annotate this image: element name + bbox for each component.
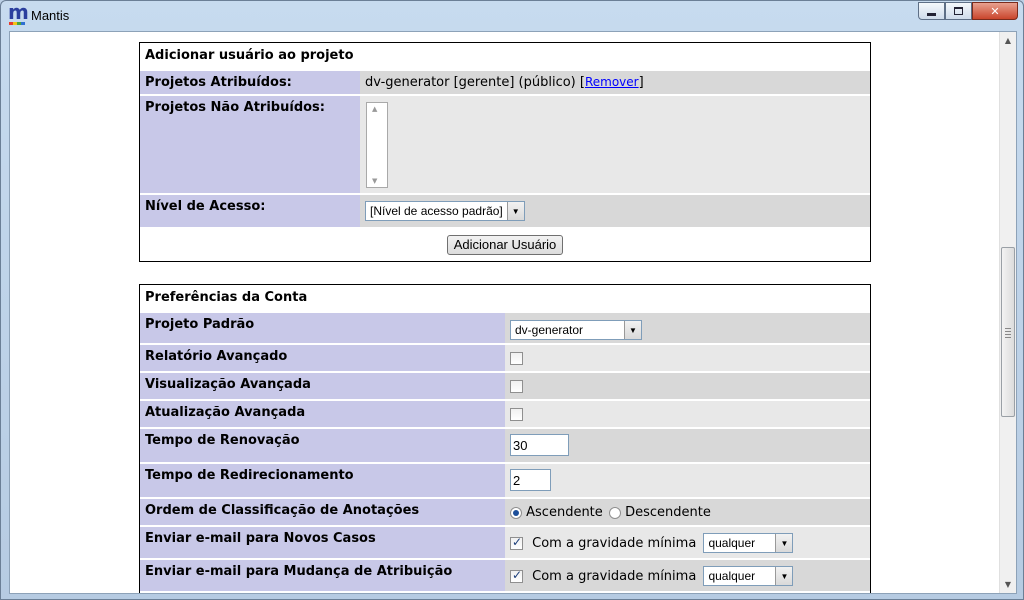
refresh-time-input[interactable]: 30 [510, 434, 569, 456]
chevron-down-icon[interactable]: ▼ [775, 567, 793, 585]
advanced-update-cell [505, 401, 870, 427]
application-window: m Mantis ✕ Adicionar usuário ao projeto … [0, 0, 1024, 600]
email-assign-checkbox[interactable] [510, 568, 523, 583]
advanced-view-checkbox[interactable] [510, 380, 523, 393]
unassigned-projects-cell: ▲ ▼ [360, 96, 870, 193]
access-level-label: Nível de Acesso: [140, 195, 360, 227]
note-order-cell: Ascendente Descendente [505, 499, 870, 525]
title-bar[interactable]: m Mantis ✕ [1, 1, 1023, 31]
add-user-button[interactable]: Adicionar Usuário [446, 235, 564, 255]
scrollbar-thumb[interactable] [1001, 247, 1015, 417]
refresh-time-cell: 30 [505, 429, 870, 462]
email-new-cell: Com a gravidade mínima qualquer ▼ [505, 527, 870, 558]
access-level-selected: [Nível de acesso padrão] [370, 204, 503, 218]
chevron-down-icon[interactable]: ▼ [506, 202, 524, 220]
redirect-time-label: Tempo de Redirecionamento [140, 464, 505, 497]
default-project-select[interactable]: dv-generator ▼ [510, 320, 642, 340]
account-preferences-panel: Preferências da Conta Projeto Padrão dv-… [139, 284, 871, 593]
access-level-select[interactable]: [Nível de acesso padrão] ▼ [365, 201, 525, 221]
descending-radio[interactable] [608, 506, 621, 519]
add-user-action-row: Adicionar Usuário [140, 227, 870, 259]
descending-label: Descendente [625, 505, 711, 520]
add-user-panel: Adicionar usuário ao projeto Projetos At… [139, 42, 871, 262]
advanced-update-label: Atualização Avançada [140, 401, 505, 427]
email-new-severity-select[interactable]: qualquer ▼ [703, 533, 794, 553]
default-project-cell: dv-generator ▼ [505, 313, 870, 343]
assigned-projects-value: dv-generator [gerente] (público) [Remove… [360, 71, 870, 94]
vertical-scrollbar[interactable]: ▲ ▼ [999, 32, 1016, 593]
email-new-checkbox[interactable] [510, 535, 523, 550]
page-content: Adicionar usuário ao projeto Projetos At… [9, 31, 1017, 594]
listbox-up-icon[interactable]: ▲ [372, 105, 377, 113]
default-project-selected: dv-generator [515, 323, 584, 337]
unassigned-projects-label: Projetos Não Atribuídos: [140, 96, 360, 193]
close-icon: ✕ [990, 4, 1000, 18]
mantis-logo-icon: m [8, 0, 29, 25]
email-assign-label: Enviar e-mail para Mudança de Atribuição [140, 560, 505, 591]
assigned-projects-label: Projetos Atribuídos: [140, 71, 360, 94]
ascending-radio[interactable] [510, 506, 522, 519]
maximize-button[interactable] [945, 2, 972, 20]
ascending-label: Ascendente [526, 505, 603, 520]
panel-heading: Preferências da Conta [145, 290, 308, 305]
advanced-update-checkbox[interactable] [510, 408, 523, 421]
listbox-down-icon[interactable]: ▼ [372, 177, 377, 185]
scroll-up-icon[interactable]: ▲ [1000, 32, 1016, 49]
advanced-report-checkbox[interactable] [510, 352, 523, 365]
window-title: Mantis [31, 8, 70, 23]
refresh-time-label: Tempo de Renovação [140, 429, 505, 462]
email-assign-severity-selected: qualquer [708, 569, 756, 583]
note-order-label: Ordem de Classificação de Anotações [140, 499, 505, 525]
email-assign-cell: Com a gravidade mínima qualquer ▼ [505, 560, 870, 591]
email-assign-severity-select[interactable]: qualquer ▼ [703, 566, 794, 586]
minimize-button[interactable] [918, 2, 945, 20]
maximize-icon [954, 7, 963, 15]
minimize-icon [927, 12, 936, 16]
email-assign-severity-text: Com a gravidade mínima [532, 568, 697, 584]
advanced-view-label: Visualização Avançada [140, 373, 505, 399]
panel-heading: Adicionar usuário ao projeto [145, 48, 354, 63]
redirect-time-input[interactable]: 2 [510, 469, 551, 491]
default-project-label: Projeto Padrão [140, 313, 505, 343]
chevron-down-icon[interactable]: ▼ [624, 321, 641, 339]
chevron-down-icon[interactable]: ▼ [775, 534, 793, 552]
advanced-report-label: Relatório Avançado [140, 345, 505, 371]
advanced-report-cell [505, 345, 870, 371]
access-level-cell: [Nível de acesso padrão] ▼ [360, 195, 870, 227]
grip-icon [1005, 328, 1011, 340]
scroll-down-icon[interactable]: ▼ [1000, 576, 1016, 593]
email-new-severity-text: Com a gravidade mínima [532, 535, 697, 551]
unassigned-projects-listbox[interactable]: ▲ ▼ [366, 102, 388, 188]
remove-link[interactable]: Remover [585, 75, 639, 89]
advanced-view-cell [505, 373, 870, 399]
close-button[interactable]: ✕ [972, 2, 1018, 20]
redirect-time-cell: 2 [505, 464, 870, 497]
email-new-label: Enviar e-mail para Novos Casos [140, 527, 505, 558]
assigned-project-text: dv-generator [gerente] (público) [365, 75, 576, 90]
email-new-severity-selected: qualquer [708, 536, 756, 550]
